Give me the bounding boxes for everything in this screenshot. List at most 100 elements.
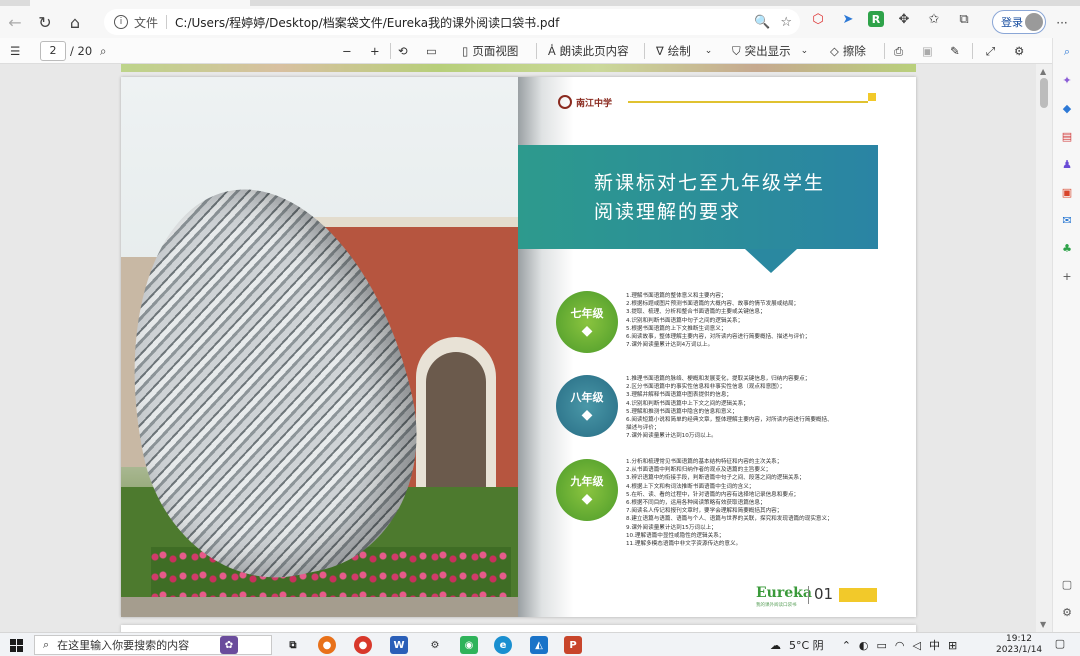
edge-icon[interactable]: e [494, 636, 512, 654]
back-icon[interactable]: ← [0, 7, 30, 37]
requirement-line: 3.理解并解释书面语篇中图表提供的信息； [626, 392, 733, 399]
zoom-in-icon[interactable]: + [370, 38, 380, 64]
word-icon[interactable]: W [390, 636, 408, 654]
sidebar-games-icon[interactable]: ♟ [1059, 156, 1075, 172]
page-view-label: 页面视图 [472, 44, 519, 58]
requirement-line: 描述与评价； [626, 425, 660, 432]
draw-button[interactable]: ∇ 绘制 ⌄ [656, 38, 712, 64]
sidebar-search-icon[interactable]: ⌕ [1059, 44, 1075, 60]
chrome-icon[interactable]: ● [354, 636, 372, 654]
extensions-puzzle-icon[interactable]: ✥ [894, 9, 914, 29]
chevron-down-icon[interactable]: ⌄ [705, 46, 713, 56]
powerpoint-icon[interactable]: P [564, 636, 582, 654]
previous-page-edge [121, 64, 916, 72]
sidebar-layout-icon[interactable]: ▢ [1059, 576, 1075, 592]
page-number-input[interactable]: 2 [40, 41, 66, 61]
windows-start-icon[interactable] [10, 639, 23, 652]
save-as-icon[interactable]: ✎ [950, 38, 960, 64]
search-icon: ⌕ [43, 638, 50, 651]
tray-chevron-up-icon[interactable]: ⌃ [842, 639, 851, 652]
info-icon[interactable]: i [114, 15, 128, 29]
extension-shield-icon[interactable]: ⬡ [808, 9, 828, 29]
sidebar-settings-icon[interactable]: ⚙ [1059, 604, 1075, 620]
contents-icon[interactable]: ☰ [10, 38, 20, 64]
wechat-icon[interactable]: ◉ [460, 636, 478, 654]
tray-keyboard-icon[interactable]: ⊞ [948, 639, 957, 652]
task-view-icon[interactable]: ⧉ [284, 636, 302, 654]
extension-r-icon[interactable]: R [868, 11, 884, 27]
page-view-button[interactable]: ▯ 页面视图 [462, 38, 518, 64]
sidebar-outlook-icon[interactable]: ✉ [1059, 212, 1075, 228]
firefox-icon[interactable]: ● [318, 636, 336, 654]
toolbar-divider [884, 43, 885, 59]
pdf-page: 南江中学 新课标对七至九年级学生 阅读理解的要求 七年级 ◆ 1.理解书面语篇的… [121, 77, 916, 617]
total-pages: / 20 [70, 44, 93, 58]
save-icon[interactable]: ▣ [922, 38, 933, 64]
weather-text[interactable]: 5°C 阴 [789, 637, 824, 653]
scroll-up-icon[interactable]: ▲ [1040, 67, 1046, 76]
sculpture-photo [121, 77, 518, 617]
url-box[interactable]: i 文件 C:/Users/程婷婷/Desktop/档案袋文件/Eureka我的… [104, 9, 800, 35]
print-icon[interactable]: ⎙ [894, 38, 903, 64]
weather-icon[interactable]: ☁ [770, 639, 781, 652]
taskbar-cortana-icon[interactable]: ✿ [220, 636, 238, 654]
sidebar-add-icon[interactable]: + [1059, 268, 1075, 284]
taskbar-settings-icon[interactable]: ⚙ [426, 636, 444, 654]
highlight-button[interactable]: ⛉ 突出显示 ⌄ [732, 38, 808, 64]
read-aloud-button[interactable]: A᷾ 朗读此页内容 [548, 38, 629, 64]
sidebar-tools-icon[interactable]: ▤ [1059, 128, 1075, 144]
tray-app-icon[interactable]: ◐ [859, 639, 869, 652]
search-icon[interactable]: ⌕ [100, 38, 106, 64]
notification-icon[interactable]: ▢ [1052, 637, 1068, 653]
banner-pointer [745, 249, 797, 273]
title-line-1: 新课标对七至九年级学生 [594, 172, 826, 194]
sidebar-office-icon[interactable]: ▣ [1059, 184, 1075, 200]
toolbar-divider [644, 43, 645, 59]
requirement-line: 5.根据书面语篇的上下文推断生词意义； [626, 325, 727, 332]
login-button[interactable]: 登录 [992, 10, 1046, 34]
sidebar-copilot-icon[interactable]: ✦ [1059, 72, 1075, 88]
login-label: 登录 [1001, 16, 1023, 29]
grade-label: 九年级 [570, 475, 604, 488]
chevron-down-icon[interactable]: ⌄ [801, 46, 809, 56]
fullscreen-icon[interactable]: ⤢ [986, 38, 995, 64]
taskbar-app-icon[interactable]: ◭ [530, 636, 548, 654]
grade-8-requirements: 1.推理书面语篇的脉络、梗概和发展变化，提取关键信息，归纳内容要点； 2.区分书… [626, 375, 874, 441]
settings-gear-icon[interactable]: ⚙ [1014, 38, 1024, 64]
zoom-icon[interactable]: 🔍 [754, 15, 770, 30]
grade-label: 七年级 [570, 307, 604, 320]
vertical-scrollbar[interactable]: ▲ ▼ [1036, 64, 1052, 632]
more-menu-icon[interactable]: ··· [1050, 12, 1074, 34]
requirement-line: 4.识别和判断书面语篇中上下文之间的逻辑关系； [626, 400, 749, 407]
erase-button[interactable]: ◇ 擦除 [830, 38, 866, 64]
draw-label: 绘制 [667, 44, 691, 58]
zoom-out-icon[interactable]: − [342, 38, 352, 64]
pdf-viewport[interactable]: 南江中学 新课标对七至九年级学生 阅读理解的要求 七年级 ◆ 1.理解书面语篇的… [0, 64, 1036, 632]
tray-wifi-icon[interactable]: ◠ [895, 639, 905, 652]
sidebar-tree-icon[interactable]: ♣ [1059, 240, 1075, 256]
eraser-icon: ◇ [830, 44, 839, 58]
windows-taskbar: ⌕ 在这里输入你要搜索的内容 ✿ ⧉ ● ● W ⚙ ◉ e ◭ P ☁ 5°C… [0, 632, 1080, 656]
fit-page-icon[interactable]: ▭ [426, 38, 437, 64]
url-scheme: 文件 [134, 15, 159, 30]
requirement-line: 2.从书面语篇中判断和归纳作者的观点及语篇的主旨要义； [626, 467, 772, 474]
scroll-thumb[interactable] [1040, 78, 1048, 108]
toolbar-divider [972, 43, 973, 59]
collections-icon[interactable]: ⧉ [954, 9, 974, 29]
sidebar-shopping-icon[interactable]: ◆ [1059, 100, 1075, 116]
tray-volume-icon[interactable]: ◁ [913, 639, 921, 652]
url-text[interactable]: C:/Users/程婷婷/Desktop/档案袋文件/Eureka我的课外阅读口… [175, 14, 559, 31]
favorites-icon[interactable]: ✩ [924, 9, 944, 29]
rotate-icon[interactable]: ⟲ [398, 38, 408, 64]
tray-network-icon[interactable]: ▭ [877, 639, 887, 652]
extension-arrow-icon[interactable]: ➤ [838, 9, 858, 29]
tray-ime[interactable]: 中 [929, 637, 940, 653]
scroll-down-icon[interactable]: ▼ [1040, 620, 1046, 629]
grade-label: 八年级 [570, 391, 604, 404]
favorite-add-icon[interactable]: ☆ [780, 15, 792, 30]
refresh-icon[interactable]: ↻ [30, 7, 60, 37]
taskbar-search-placeholder: 在这里输入你要搜索的内容 [57, 639, 190, 652]
taskbar-clock[interactable]: 19:12 2023/1/14 [996, 634, 1042, 656]
requirement-line: 3.提取、梳理、分析和整合书面语篇的主要或关键信息； [626, 309, 766, 316]
home-icon[interactable]: ⌂ [60, 7, 90, 37]
